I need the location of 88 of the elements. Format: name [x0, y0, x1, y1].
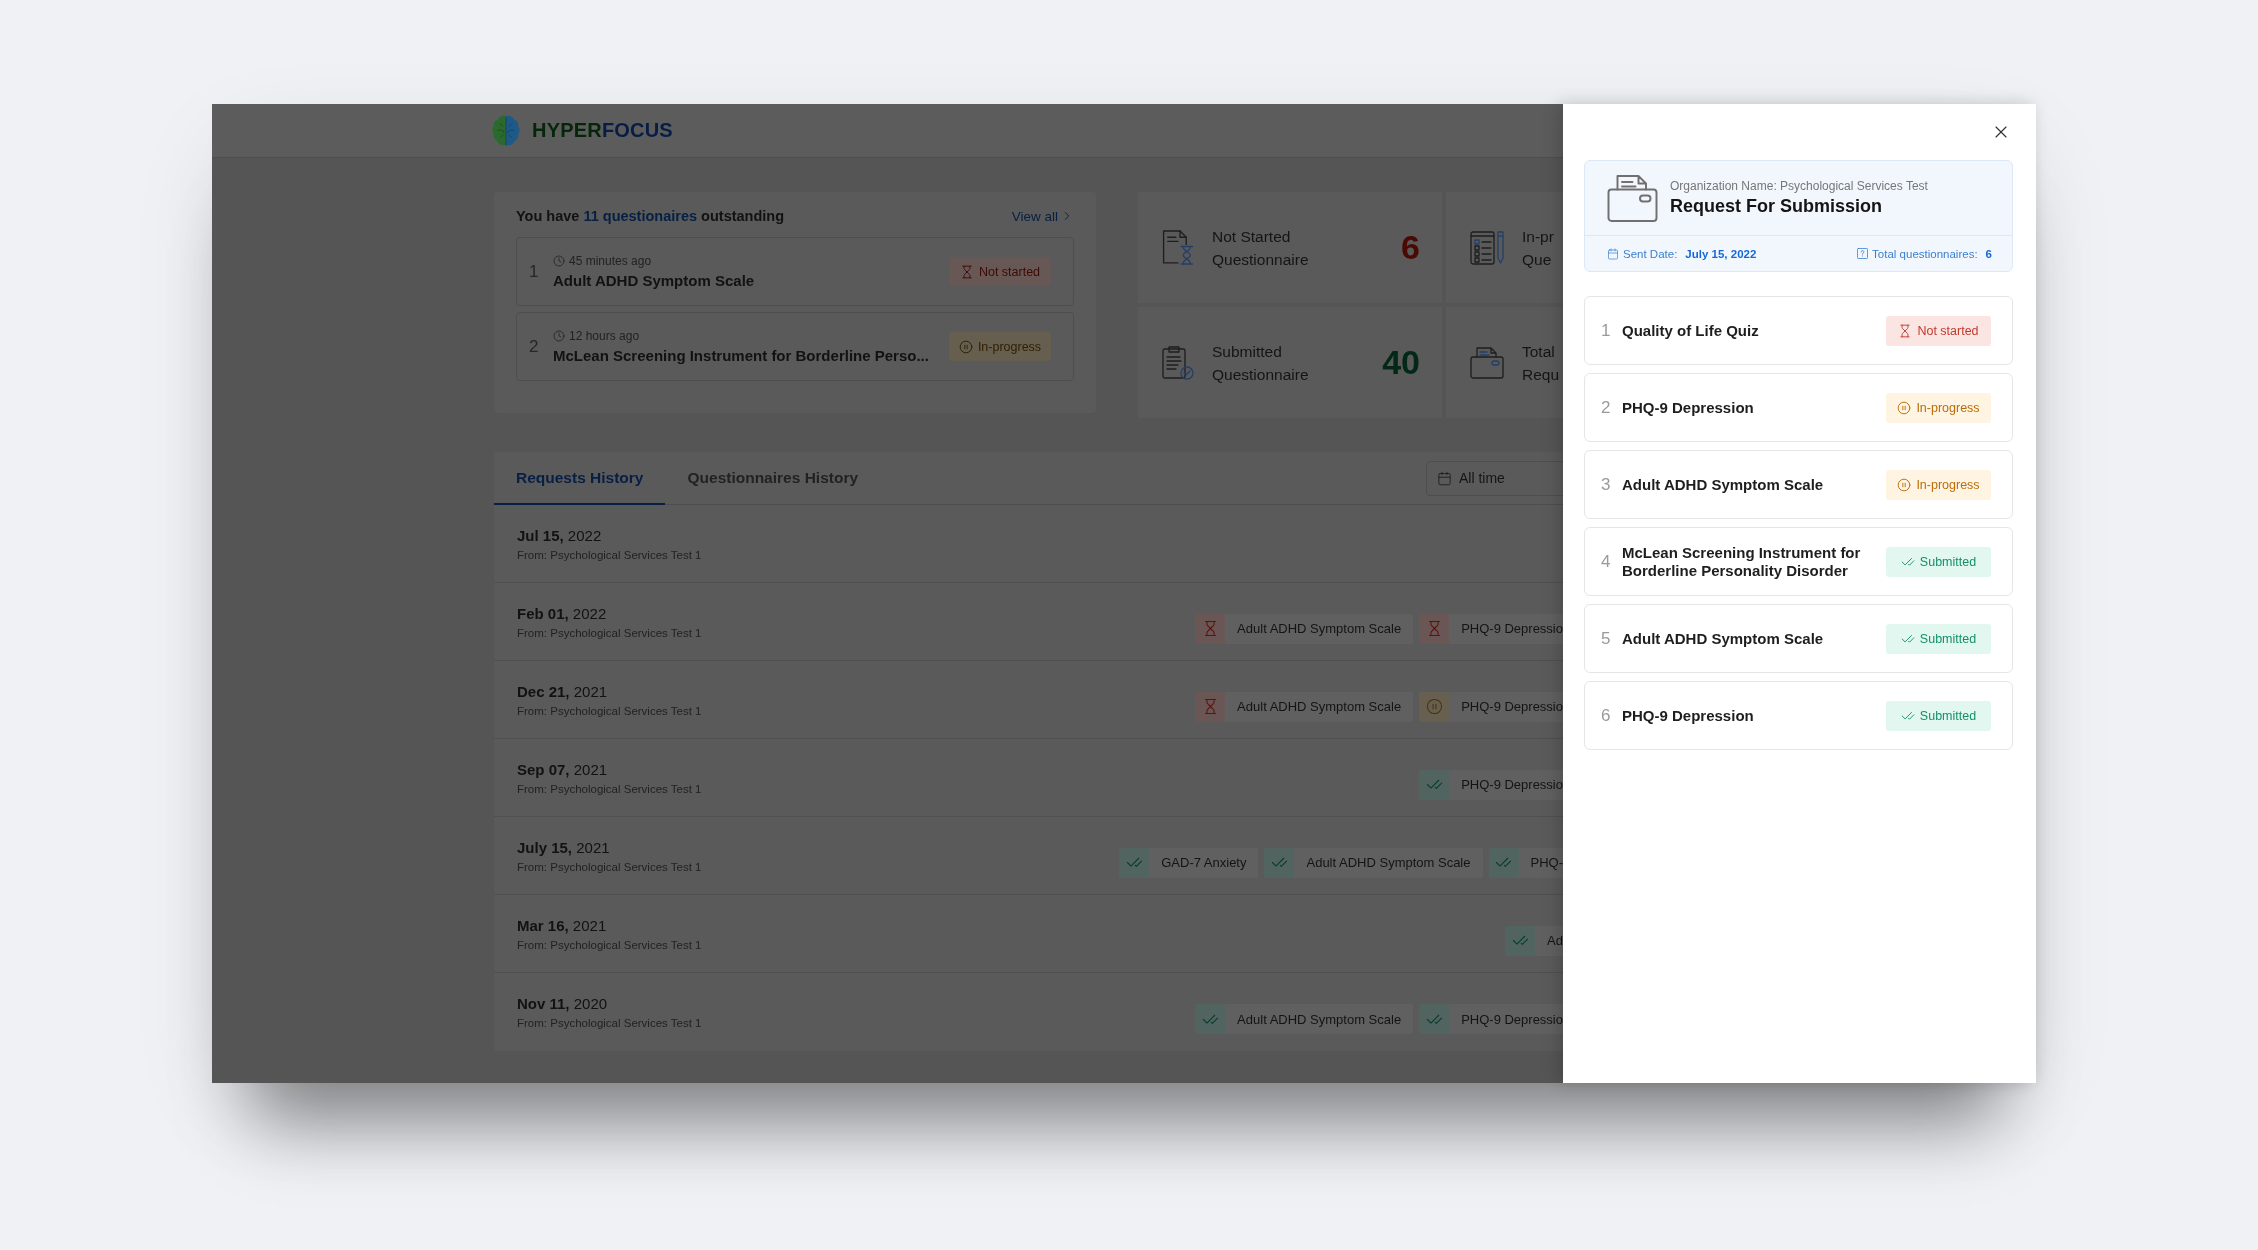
clock-icon	[553, 255, 565, 267]
document-hourglass-icon	[1162, 230, 1194, 265]
questionnaire-name: Adult ADHD Symptom Scale	[1237, 1011, 1402, 1027]
questionnaire-title: Adult ADHD Symptom Scale	[1622, 629, 1825, 648]
stat-value: 6	[1401, 228, 1420, 267]
questionnaire-title: PHQ-9 Depression	[1622, 706, 1755, 725]
stat-label: Total Requ	[1522, 341, 1560, 385]
double-check-icon	[1488, 847, 1519, 878]
clipboard-check-icon	[1162, 345, 1194, 380]
questionnaire-item[interactable]: 2 PHQ-9 Depression In-progress	[1584, 373, 2013, 442]
stat-label: Submitted Questionnaire	[1212, 341, 1309, 385]
questionnaire-name: PHQ-9 Depressio	[1461, 1011, 1563, 1027]
questionnaire-title: Quality of Life Quiz	[1622, 321, 1760, 340]
questionnaire-name: Adult ADHD Symptom Scale	[1237, 699, 1402, 714]
history-tab[interactable]: Requests History	[494, 452, 666, 505]
clock-icon	[553, 330, 565, 342]
request-date: Feb 01, 2022	[517, 604, 608, 622]
item-number: 2	[1601, 397, 1612, 418]
item-number: 6	[1601, 705, 1612, 726]
item-number: 1	[1601, 320, 1612, 341]
request-date: Jul 15, 2022	[517, 526, 603, 544]
drawer-title: Request For Submission	[1670, 196, 1884, 217]
questionnaire-name: Adult ADHD Symptom Scale	[1237, 621, 1402, 636]
item-number: 4	[1601, 551, 1612, 572]
item-number: 5	[1601, 628, 1612, 649]
brain-logo-icon	[492, 113, 520, 148]
questionnaire-title: Adult ADHD Symptom Scale	[1622, 475, 1825, 494]
questionnaire-name: PHQ-9 Depressio	[1461, 699, 1563, 714]
outstanding-heading: You have 11 questionaires outstanding	[516, 208, 785, 224]
calendar-icon	[1437, 470, 1452, 486]
questionnaire-name: Ad	[1547, 933, 1563, 948]
hourglass-icon	[1898, 323, 1913, 338]
organization-name: Organization Name: Psychological Services Test	[1670, 179, 1928, 193]
help-icon	[1857, 248, 1869, 259]
double-check-icon	[1264, 847, 1295, 878]
request-date: Sep 07, 2021	[517, 760, 609, 778]
questionnaire-item[interactable]: 4 McLean Screening Instrument for Borderline Personality Disorder Submitted	[1584, 527, 2013, 596]
status-text: Submitted	[1919, 708, 1977, 723]
double-check-icon	[1119, 847, 1150, 878]
status-text: Submitted	[1919, 631, 1977, 646]
request-date: Nov 11, 2020	[517, 995, 609, 1012]
questionnaire-item[interactable]: 1 Quality of Life Quiz Not started	[1584, 296, 2013, 365]
checklist-pencil-icon	[1470, 230, 1504, 265]
request-date: Mar 16, 2021	[517, 916, 608, 934]
time-ago: 45 minutes ago	[569, 254, 652, 268]
status-text: Not started	[978, 264, 1041, 279]
questionnaire-title: McLean Screening Instrument for Borderline Perso...	[553, 347, 930, 364]
questionnaire-item[interactable]: 5 Adult ADHD Symptom Scale Submitted	[1584, 604, 2013, 673]
stat-label: Not Started Questionnaire	[1212, 226, 1309, 270]
questionnaire-name: GAD-7 Anxiety	[1161, 855, 1247, 870]
history-tab[interactable]: Questionnaires History	[665, 452, 881, 505]
item-number: 3	[1601, 474, 1612, 495]
stat-value: 40	[1382, 343, 1420, 382]
questionnaire-title: PHQ-9 Depression	[1622, 398, 1755, 417]
status-text: Submitted	[1919, 554, 1977, 569]
questionnaire-item[interactable]: 6 PHQ-9 Depression Submitted	[1584, 681, 2013, 750]
double-check-icon	[1419, 1004, 1450, 1034]
questionnaire-title: Adult ADHD Symptom Scale	[553, 272, 756, 289]
questionnaire-title: McLean Screening Instrument for Borderline Personality Disorder	[1622, 543, 1862, 580]
double-check-icon	[1419, 769, 1450, 800]
status-text: In-progress	[1916, 477, 1980, 492]
sent-date-value: July 15, 2022	[1685, 247, 1757, 260]
request-date: July 15, 2021	[517, 838, 611, 856]
pause-circle-icon	[958, 339, 973, 354]
questionnaire-name: Adult ADHD Symptom Scale	[1306, 855, 1471, 870]
view-all-link[interactable]: View all	[1011, 208, 1074, 224]
status-text: Not started	[1917, 323, 1979, 338]
questionnaire-name: PHQ-9 Depressio	[1461, 621, 1563, 636]
questionnaires-link[interactable]: 11 questionaires	[583, 208, 698, 224]
status-text: In-progress	[1916, 400, 1980, 415]
pause-circle-icon	[1897, 400, 1912, 415]
file-box-icon	[1470, 346, 1504, 379]
file-box-icon	[1607, 173, 1658, 223]
calendar-icon	[1607, 247, 1619, 260]
total-value: 6	[1985, 247, 1992, 260]
total-label: Total questionnaires:	[1872, 247, 1978, 260]
double-check-icon	[1195, 1004, 1226, 1034]
hourglass-icon	[959, 264, 974, 279]
stat-label: In-pr Que	[1522, 226, 1554, 270]
pause-circle-icon	[1897, 477, 1912, 492]
logo-text: HYPERFOCUS	[532, 119, 673, 142]
sent-date-label: Sent Date:	[1623, 247, 1678, 260]
status-text: In-progress	[977, 339, 1042, 354]
request-date: Dec 21, 2021	[517, 682, 609, 700]
double-check-icon	[1505, 925, 1536, 956]
questionnaire-name: PHQ-9 Depressio	[1461, 777, 1563, 792]
questionnaire-name: PHQ-	[1530, 855, 1563, 870]
questionnaire-item[interactable]: 3 Adult ADHD Symptom Scale In-progress	[1584, 450, 2013, 519]
